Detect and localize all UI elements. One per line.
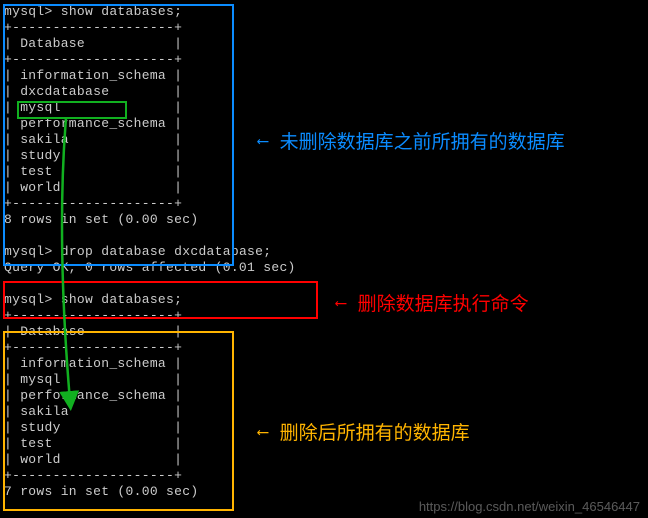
table-header-row: | Database | [4,324,644,340]
divider: +--------------------+ [4,340,644,356]
divider: +--------------------+ [4,196,644,212]
cmd-show-after: mysql> show databases; [4,292,644,308]
mysql-terminal: mysql> show databases; +----------------… [4,4,644,500]
table-header-row: | Database | [4,36,644,52]
divider: +--------------------+ [4,468,644,484]
summary-after: 7 rows in set (0.00 sec) [4,484,644,500]
db-row: | mysql | [4,372,644,388]
db-row: | performance_schema | [4,388,644,404]
divider: +--------------------+ [4,20,644,36]
db-row: | sakila | [4,132,644,148]
divider: +--------------------+ [4,52,644,68]
db-row: | sakila | [4,404,644,420]
drop-result: Query OK, 0 rows affected (0.01 sec) [4,260,644,276]
db-row: | study | [4,148,644,164]
db-row-highlighted: | dxcdatabase | [4,84,644,100]
summary-before: 8 rows in set (0.00 sec) [4,212,644,228]
db-row: | test | [4,436,644,452]
db-row: | world | [4,452,644,468]
db-row: | performance_schema | [4,116,644,132]
db-row: | information_schema | [4,68,644,84]
blank-line [4,228,644,244]
db-row: | study | [4,420,644,436]
db-row: | mysql | [4,100,644,116]
cmd-drop: mysql> drop database dxcdatabase; [4,244,644,260]
divider: +--------------------+ [4,308,644,324]
blank-line [4,276,644,292]
db-row: | information_schema | [4,356,644,372]
watermark-text: https://blog.csdn.net/weixin_46546447 [419,499,640,514]
db-row: | world | [4,180,644,196]
cmd-show-before: mysql> show databases; [4,4,644,20]
db-row: | test | [4,164,644,180]
